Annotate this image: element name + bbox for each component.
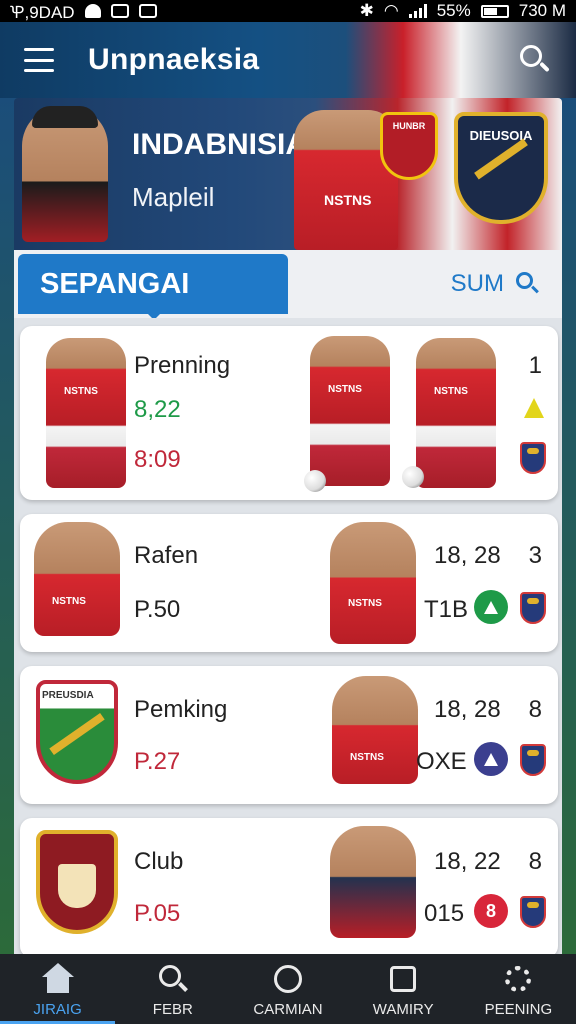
status-up-icon — [474, 590, 508, 624]
hamburger-menu-icon[interactable] — [24, 48, 54, 72]
team-badge-small-text: HUNBR — [392, 121, 426, 131]
bluetooth-icon: ✱ — [359, 1, 374, 20]
card-value-primary: P.27 — [134, 748, 181, 775]
app-title: Unpnaeksia — [88, 43, 260, 76]
sum-label: SUM — [450, 270, 504, 297]
team-crest-icon — [520, 896, 546, 928]
nav-label: WAMIRY — [372, 1001, 434, 1018]
hero-avatar — [22, 106, 108, 242]
search-icon — [516, 272, 540, 296]
team-badge-large: DIEUSOIA — [454, 112, 548, 224]
image-icon — [110, 4, 129, 18]
nav-item-search[interactable]: FEBR — [115, 954, 230, 1024]
hero-title: INDABNISIA — [132, 128, 308, 161]
list-item[interactable]: PREUSDIA Pemking P.27 NSTNS 18, 28 8 OXE — [20, 666, 558, 804]
hero-player-shirt-text: NSTNS — [324, 192, 372, 208]
badge-stripe — [474, 138, 528, 180]
hero-banner[interactable]: INDABNISIA Mapleil NSTNS HUNBR DIEUSOIA — [14, 98, 562, 250]
status-icon: 8 — [474, 894, 508, 928]
gear-icon — [502, 963, 534, 995]
player-image: NSTNS — [310, 336, 390, 486]
bottom-navigation: JIRAIG FEBR CARMIAN WAMIRY PEENING — [0, 954, 576, 1024]
status-icon — [474, 742, 508, 776]
search-icon — [157, 963, 189, 995]
nav-item-home[interactable]: JIRAIG — [0, 954, 116, 1024]
football-icon — [304, 470, 326, 492]
card-value-secondary: 8:09 — [134, 446, 181, 473]
list-item[interactable]: NSTNS Rafen P.50 NSTNS 18, 28 3 T1B — [20, 514, 558, 652]
card-name: Club — [134, 848, 184, 875]
card-rank: 8 — [528, 696, 542, 723]
club-crest-text: PREUSDIA — [42, 690, 94, 701]
sum-search-link[interactable]: SUM — [451, 270, 540, 298]
player-image — [330, 826, 416, 938]
player-image: NSTNS — [332, 676, 418, 784]
club-crest — [36, 830, 118, 934]
list-item[interactable]: NSTNS Prenning 8,22 8:09 NSTNS NSTNS 1 — [20, 326, 558, 500]
list-item[interactable]: Club P.05 18, 22 8 015 8 — [20, 818, 558, 958]
nav-item-settings[interactable]: PEENING — [461, 954, 576, 1024]
team-crest-icon — [520, 442, 546, 474]
signal-icon — [408, 4, 427, 18]
cone-icon — [524, 398, 544, 418]
team-crest-icon — [520, 592, 546, 624]
card-rank: 1 — [528, 352, 542, 379]
wifi-icon: ◠ — [383, 1, 399, 20]
card-code: OXE — [416, 748, 467, 775]
card-value-primary: 8,22 — [134, 396, 181, 423]
nav-item-wamiry[interactable]: WAMIRY — [346, 954, 461, 1024]
card-score: 18, 22 — [434, 848, 501, 875]
battery-percent: 55% — [436, 1, 471, 20]
nav-label: PEENING — [484, 1001, 553, 1018]
card-value-primary: P.50 — [134, 596, 181, 623]
card-code: 015 — [424, 900, 465, 927]
hero-subtitle: Mapleil — [132, 182, 215, 212]
nav-label: FEBR — [152, 1001, 193, 1018]
nav-label: JIRAIG — [33, 1001, 82, 1018]
player-image: NSTNS — [330, 522, 416, 644]
nav-item-carmian[interactable]: CARMIAN — [230, 954, 345, 1024]
square-icon — [387, 963, 419, 995]
card-rank: 8 — [528, 848, 542, 875]
status-bar: Ꝕ,9DAD ✱ ◠ 55% 730 M — [0, 0, 576, 22]
card-score: 18, 28 — [434, 542, 501, 569]
section-bar: SEPANGAI SUM — [14, 250, 562, 320]
player-avatar: NSTNS — [34, 522, 120, 636]
card-code: T1B — [424, 596, 469, 623]
card-value-primary: P.05 — [134, 900, 181, 927]
tab-sepangai[interactable]: SEPANGAI — [18, 254, 288, 320]
circle-icon — [272, 963, 304, 995]
player-image: NSTNS — [416, 338, 496, 488]
football-icon — [402, 466, 424, 488]
card-name: Pemking — [134, 696, 228, 723]
home-icon — [41, 963, 74, 995]
club-crest: PREUSDIA — [36, 680, 118, 784]
team-crest-icon — [520, 744, 546, 776]
player-image: NSTNS — [46, 338, 126, 488]
card-rank: 3 — [528, 542, 542, 569]
nav-label: CARMIAN — [253, 1001, 323, 1018]
card-name: Prenning — [134, 352, 231, 379]
card-name: Rafen — [134, 542, 199, 569]
card-score: 18, 28 — [434, 696, 501, 723]
search-icon[interactable] — [518, 43, 552, 77]
heart-icon — [84, 4, 101, 18]
status-left-text: Ꝕ,9DAD — [10, 2, 75, 22]
battery-icon — [480, 4, 509, 18]
app-header: Unpnaeksia — [0, 22, 576, 98]
status-time: 730 M — [518, 1, 566, 20]
team-badge-small: HUNBR — [380, 112, 438, 180]
mail-icon — [138, 4, 157, 18]
